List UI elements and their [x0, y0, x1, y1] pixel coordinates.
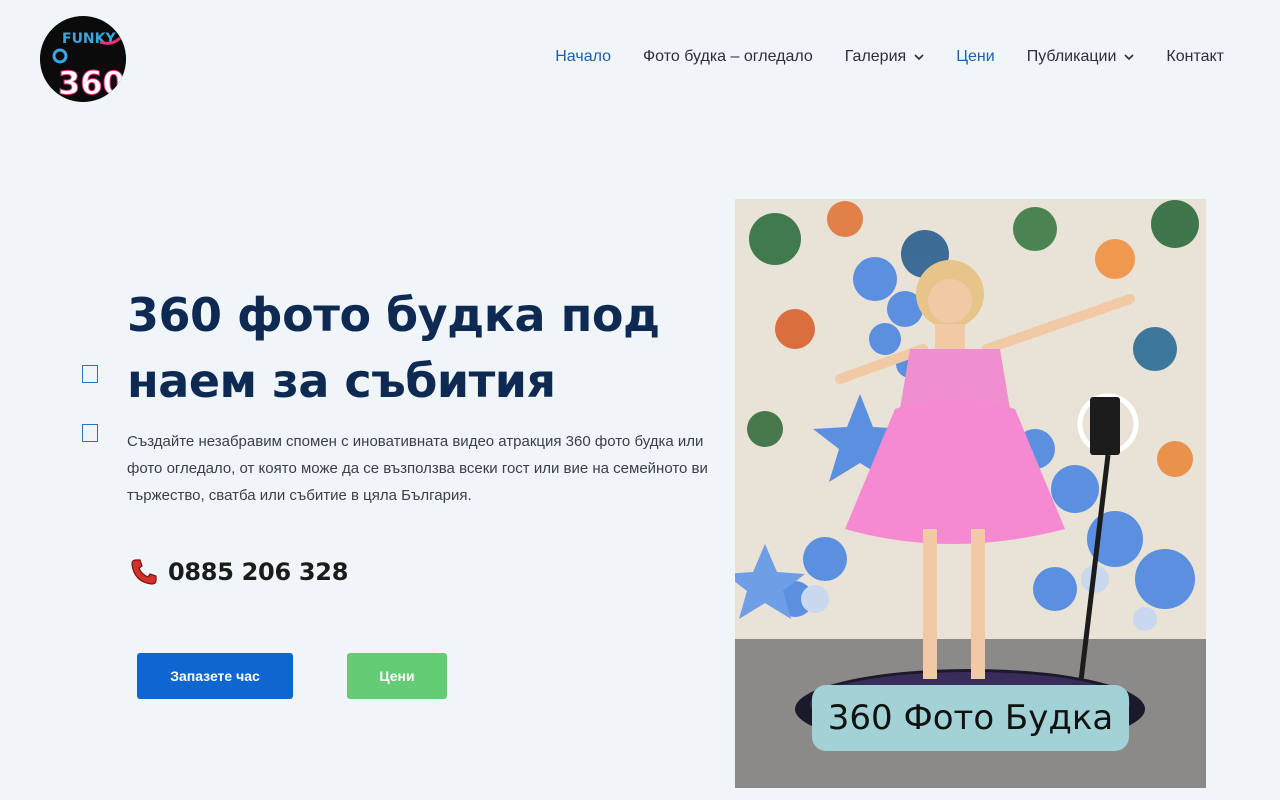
phone-contact[interactable]: 0885 206 328	[128, 556, 348, 588]
book-button-label: Запазете час	[170, 668, 260, 684]
book-appointment-button[interactable]: Запазете час	[137, 653, 293, 699]
nav-item-label: Контакт	[1166, 48, 1224, 65]
nav-item-label: Фото будка – огледало	[643, 48, 813, 65]
photo-caption: 360 Фото Будка	[812, 685, 1129, 751]
prices-button-label: Цени	[379, 668, 415, 684]
nav-item-contact[interactable]: Контакт	[1166, 48, 1224, 66]
nav-item-gallery[interactable]: Галерия	[845, 48, 924, 66]
nav-item-label: Галерия	[844, 48, 907, 65]
nav-item-label: Начало	[555, 48, 611, 65]
slider-dot-icon[interactable]	[82, 424, 98, 442]
slider-dot-icon[interactable]	[82, 365, 98, 383]
logo-text-360: 360	[58, 64, 125, 102]
hero-title: 360 фото будка под наем за събития	[127, 288, 660, 408]
nav-item-home[interactable]: Начало	[555, 48, 611, 66]
nav-item-label: Цени	[956, 48, 995, 65]
nav-item-publications[interactable]: Публикации	[1027, 48, 1135, 66]
chevron-down-icon	[914, 54, 924, 61]
hero-description: Създайте незабравим спомен с иновативнат…	[127, 433, 708, 504]
main-nav: Начало Фото будка – огледало Галерия Цен…	[523, 48, 1224, 66]
nav-item-prices[interactable]: Цени	[956, 48, 995, 66]
prices-button[interactable]: Цени	[347, 653, 447, 699]
chevron-down-icon	[1124, 54, 1134, 61]
logo[interactable]: FUNKY 360	[40, 16, 126, 102]
phone-icon	[131, 559, 157, 585]
nav-item-label: Публикации	[1026, 48, 1117, 65]
logo-graphic: FUNKY 360	[40, 16, 126, 102]
phone-number: 0885 206 328	[168, 558, 349, 586]
nav-item-photo-booth-mirror[interactable]: Фото будка – огледало	[643, 48, 813, 66]
